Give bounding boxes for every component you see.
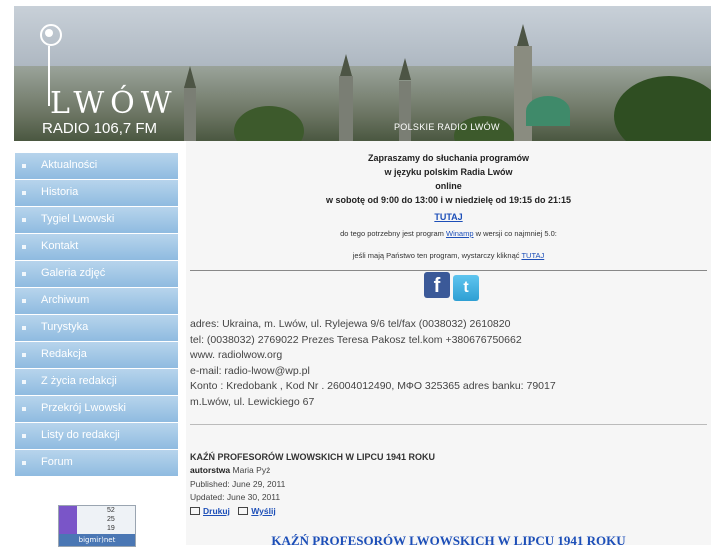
bigmir-counter[interactable]: 52 25 19 bigmir)net (58, 505, 136, 547)
main-content: Zapraszamy do słuchania programów w języ… (186, 141, 711, 548)
article-title[interactable]: KAŹŃ PROFESORÓW LWOWSKICH W LIPCU 1941 R… (190, 450, 435, 464)
sidebar-item-label: Redakcja (41, 348, 87, 360)
bullet-icon (22, 218, 26, 222)
tower-main (514, 46, 532, 141)
spire-2 (340, 54, 352, 76)
sidebar-item-galeria[interactable]: Galeria zdjęć (15, 261, 178, 287)
contact-info: adres: Ukraina, m. Lwów, ul. Rylejewa 9/… (190, 317, 556, 410)
sidebar-item-label: Historia (41, 186, 79, 198)
contact-www: www. radiolwow.org (190, 349, 283, 361)
social-links: ft (424, 272, 482, 301)
spire-1 (184, 66, 196, 88)
logo-title: LWÓW (50, 86, 178, 121)
green-dome (526, 96, 570, 126)
send-link[interactable]: Wyślij (251, 505, 275, 519)
sidebar-item-historia[interactable]: Historia (15, 180, 178, 206)
contact-bank: Konto : Kredobank , Kod Nr . 26004012490… (190, 380, 556, 392)
sidebar-nav: Aktualności Historia Tygiel Lwowski Kont… (15, 153, 178, 477)
facebook-icon[interactable]: f (424, 272, 450, 298)
sidebar-item-label: Aktualności (41, 159, 98, 171)
counter-row-2: 25 (107, 516, 115, 523)
counter-brand: bigmir)net (59, 534, 135, 546)
bullet-icon (22, 434, 26, 438)
counter-row-1: 52 (107, 507, 115, 514)
sidebar-item-tygiel[interactable]: Tygiel Lwowski (15, 207, 178, 233)
sidebar-item-label: Kontakt (41, 240, 79, 252)
sidebar-item-kontakt[interactable]: Kontakt (15, 234, 178, 260)
sidebar-item-aktualnosci[interactable]: Aktualności (15, 153, 178, 179)
divider-1 (190, 270, 707, 271)
radio-logo[interactable]: LWÓW RADIO 106,7 FM (14, 6, 179, 141)
print-icon (190, 507, 200, 516)
listen-link[interactable]: TUTAJ (434, 210, 462, 224)
print-link[interactable]: Drukuj (203, 505, 230, 519)
antenna-dot-icon (45, 29, 53, 37)
contact-phone: tel: (0038032) 2769022 Prezes Teresa Pak… (190, 333, 522, 346)
article-header: KAŹŃ PROFESORÓW LWOWSKICH W LIPCU 1941 R… (190, 450, 435, 518)
bullet-icon (22, 353, 26, 357)
bullet-icon (22, 272, 26, 276)
click-link[interactable]: TUTAJ (521, 251, 544, 260)
bullet-icon (22, 380, 26, 384)
tower-2 (339, 76, 353, 141)
bullet-icon (22, 461, 26, 465)
bullet-icon (22, 245, 26, 249)
click-note: jeśli mają Państwo ten program, wystarcz… (186, 250, 711, 262)
article-author: autorstwa Maria Pyż (190, 464, 435, 478)
bullet-icon (22, 164, 26, 168)
winamp-note-pre: do tego potrzebny jest program (340, 229, 446, 238)
sidebar-item-label: Listy do redakcji (41, 429, 120, 441)
sidebar-item-label: Forum (41, 456, 73, 468)
counter-logo-icon (59, 506, 77, 534)
article-tools: Drukuj Wyślij (190, 505, 435, 519)
bullet-icon (22, 326, 26, 330)
sidebar-item-redakcja[interactable]: Redakcja (15, 342, 178, 368)
bullet-icon (22, 191, 26, 195)
spire-3 (399, 58, 411, 80)
tower-1 (184, 86, 196, 141)
header-caption: POLSKIE RADIO LWÓW (394, 122, 500, 132)
winamp-note: do tego potrzebny jest program Winamp w … (186, 228, 711, 240)
promo-line-1: Zapraszamy do słuchania programów (367, 153, 530, 163)
sidebar-item-przekroj[interactable]: Przekrój Lwowski (15, 396, 178, 422)
spire-main (517, 24, 529, 46)
header-banner: LWÓW RADIO 106,7 FM POLSKIE RADIO LWÓW (14, 6, 711, 141)
sidebar-item-label: Tygiel Lwowski (41, 213, 115, 225)
twitter-icon[interactable]: t (453, 275, 479, 301)
sidebar-item-z-zycia[interactable]: Z życia redakcji (15, 369, 178, 395)
promo-schedule: w sobotę od 9:00 do 13:00 i w niedzielę … (325, 195, 572, 205)
bullet-icon (22, 407, 26, 411)
tower-3 (399, 81, 411, 141)
article-published: Published: June 29, 2011 (190, 478, 286, 489)
promo-line-2: w języku polskim Radia Lwów (384, 167, 513, 177)
sidebar-item-label: Turystyka (41, 321, 89, 333)
contact-email: e-mail: radio-lwow@wp.pl (190, 364, 310, 377)
mail-icon (238, 507, 249, 516)
listen-promo: Zapraszamy do słuchania programów w języ… (186, 151, 711, 262)
bullet-icon (22, 299, 26, 303)
counter-row-3: 19 (107, 525, 115, 532)
article-updated: Updated: June 30, 2011 (190, 492, 281, 502)
sidebar-item-listy[interactable]: Listy do redakcji (15, 423, 178, 449)
winamp-note-post: w wersji co najmniej 5.0: (473, 229, 557, 238)
contact-address: adres: Ukraina, m. Lwów, ul. Rylejewa 9/… (190, 318, 511, 330)
promo-line-3: online (435, 181, 462, 191)
sidebar-item-label: Archiwum (41, 294, 90, 306)
author-label: autorstwa (190, 465, 231, 475)
article-heading: KAŹŃ PROFESORÓW LWOWSKICH W LIPCU 1941 R… (271, 533, 626, 548)
click-note-pre: jeśli mają Państwo ten program, wystarcz… (352, 251, 522, 260)
contact-bank-address: m.Lwów, ul. Lewickiego 67 (190, 395, 315, 408)
sidebar-item-archiwum[interactable]: Archiwum (15, 288, 178, 314)
sidebar-item-label: Galeria zdjęć (41, 267, 106, 279)
divider-2 (190, 424, 707, 425)
sidebar-item-turystyka[interactable]: Turystyka (15, 315, 178, 341)
sidebar-item-forum[interactable]: Forum (15, 450, 178, 476)
winamp-link[interactable]: Winamp (446, 229, 474, 238)
sidebar-item-label: Przekrój Lwowski (41, 402, 126, 414)
author-name: Maria Pyż (232, 465, 271, 475)
logo-frequency: RADIO 106,7 FM (42, 120, 158, 137)
sidebar-item-label: Z życia redakcji (41, 375, 117, 387)
